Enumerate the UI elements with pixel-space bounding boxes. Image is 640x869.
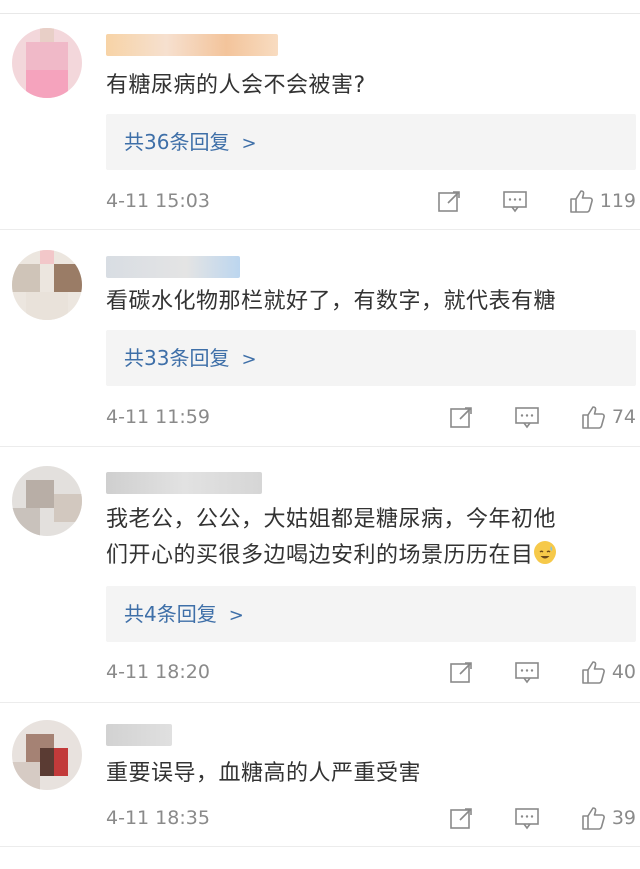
share-icon[interactable] [448,659,474,685]
timestamp: 4-11 11:59 [106,406,210,428]
divider [0,229,640,230]
comment-text: 重要误导，血糖高的人严重受害 [106,761,422,786]
comment-icon[interactable] [514,404,540,430]
comment-icon[interactable] [514,805,540,831]
like-count: 40 [611,661,636,683]
comment-text: 我老公，公公，大姑姐都是糖尿病，今年初他 们开心的买很多边喝边安利的场景历历在目 [106,502,628,574]
share-icon[interactable] [436,188,462,214]
view-replies-link[interactable]: 共36条回复 > [124,114,257,172]
thumbs-up-icon[interactable] [580,805,606,831]
thumbs-up-icon[interactable] [580,404,606,430]
timestamp: 4-11 18:35 [106,807,210,829]
divider [0,846,640,847]
comment-text: 看碳水化物那栏就好了，有数字，就代表有糖 [106,289,557,314]
timestamp: 4-11 15:03 [106,190,210,212]
replies-box[interactable]: 共36条回复 > [106,114,636,170]
avatar[interactable] [12,250,82,320]
avatar[interactable] [12,720,82,790]
like-count: 39 [611,807,636,829]
action-bar: 39 [448,803,636,833]
comment-meta: 4-11 15:03 119 [106,186,636,216]
comment-meta: 4-11 18:20 40 [106,657,636,687]
action-bar: 74 [448,402,636,432]
timestamp: 4-11 18:20 [106,661,210,683]
username[interactable] [106,34,278,56]
view-replies-link[interactable]: 共4条回复 > [124,586,244,644]
thumbs-up-icon[interactable] [568,188,594,214]
like-count: 74 [611,406,636,428]
comment-text: 有糖尿病的人会不会被害? [106,73,366,98]
comment-meta: 4-11 18:35 39 [106,803,636,833]
comment-meta: 4-11 11:59 74 [106,402,636,432]
comment-text-line: 们开心的买很多边喝边安利的场景历历在目 [106,538,628,574]
comment-icon[interactable] [502,188,528,214]
comment-text-line: 我老公，公公，大姑姐都是糖尿病，今年初他 [106,507,557,532]
replies-box[interactable]: 共33条回复 > [106,330,636,386]
action-bar: 40 [448,657,636,687]
share-icon[interactable] [448,805,474,831]
replies-box[interactable]: 共4条回复 > [106,586,636,642]
divider [0,446,640,447]
username[interactable] [106,724,172,746]
action-bar: 119 [436,186,636,216]
view-replies-link[interactable]: 共33条回复 > [124,330,257,388]
avatar[interactable] [12,28,82,98]
share-icon[interactable] [448,404,474,430]
sweat-smile-emoji-icon [533,541,556,564]
like-count: 119 [599,190,636,212]
divider [0,702,640,703]
thumbs-up-icon[interactable] [580,659,606,685]
avatar[interactable] [12,466,82,536]
username[interactable] [106,472,262,494]
comment-icon[interactable] [514,659,540,685]
top-divider [0,13,640,14]
username[interactable] [106,256,240,278]
